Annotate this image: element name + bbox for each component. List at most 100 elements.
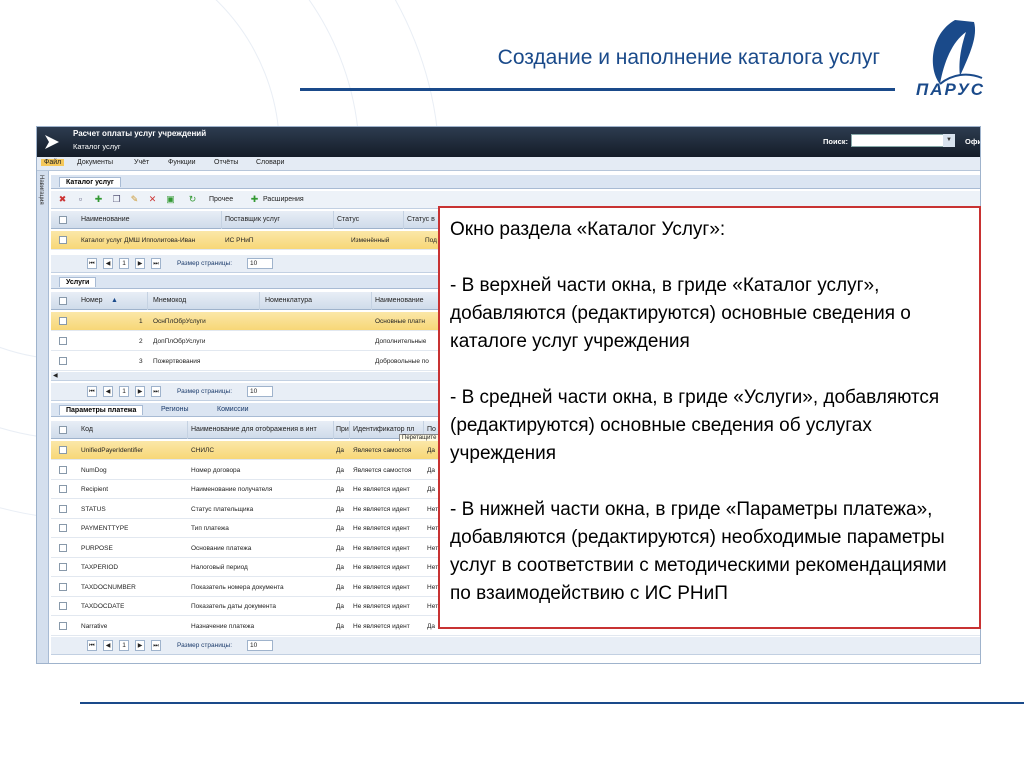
- page-number[interactable]: 1: [119, 258, 129, 269]
- next-page-icon[interactable]: ▶: [135, 640, 145, 651]
- param-display-name-cell: Наименование получателя: [191, 486, 273, 493]
- column-header-display-name[interactable]: Наименование для отображения в инт: [191, 426, 333, 433]
- tab-payment-params[interactable]: Параметры платежа: [59, 405, 144, 415]
- service-row[interactable]: 1 ОснПлОбрУслуги Основные платн: [51, 312, 451, 331]
- tab-service-catalog[interactable]: Каталог услуг: [59, 177, 121, 187]
- row-checkbox[interactable]: [59, 582, 67, 591]
- row-checkbox[interactable]: [59, 524, 67, 532]
- column-header[interactable]: При: [336, 426, 349, 433]
- last-page-icon[interactable]: ⏭: [151, 640, 161, 651]
- param-code-cell: PAYMENTTYPE: [81, 525, 129, 532]
- row-checkbox[interactable]: [59, 485, 67, 493]
- callout-item-bottom-grid: - В нижней части окна, в гриде «Параметр…: [450, 499, 947, 604]
- column-header[interactable]: Поставщик услуг: [225, 216, 280, 223]
- page-size-select[interactable]: 10: [247, 640, 273, 651]
- param-required-cell: Да: [336, 466, 345, 474]
- copy-icon[interactable]: ❐: [111, 194, 122, 205]
- page-size-select[interactable]: 10: [247, 258, 273, 269]
- menu-documents[interactable]: Документы: [77, 159, 113, 166]
- last-page-icon[interactable]: ⏭: [151, 258, 161, 269]
- next-page-icon[interactable]: ▶: [135, 258, 145, 269]
- new-document-icon[interactable]: ▫: [75, 194, 86, 205]
- other-menu-button[interactable]: Прочее: [209, 196, 233, 203]
- page-number[interactable]: 1: [119, 386, 129, 397]
- prev-page-icon[interactable]: ◀: [103, 258, 113, 269]
- row-checkbox[interactable]: [59, 465, 67, 474]
- row-checkbox[interactable]: [59, 504, 67, 513]
- select-all-checkbox[interactable]: [59, 297, 67, 305]
- last-page-icon[interactable]: ⏭: [151, 386, 161, 397]
- search-input[interactable]: [851, 134, 955, 147]
- row-checkbox[interactable]: [59, 236, 67, 244]
- first-page-icon[interactable]: ⏮: [87, 640, 97, 651]
- add-icon[interactable]: ✚: [93, 194, 104, 205]
- menu-functions[interactable]: Функции: [168, 159, 196, 166]
- menu-dictionaries[interactable]: Словари: [256, 159, 284, 166]
- logo-text: ПАРУС: [916, 80, 985, 99]
- refresh-icon[interactable]: ↻: [187, 194, 198, 205]
- column-header[interactable]: Статус в: [407, 216, 435, 223]
- menu-file[interactable]: Файл: [41, 159, 65, 166]
- service-mnemocode-cell: ДопПлОбрУслуги: [153, 338, 206, 345]
- row-checkbox[interactable]: [59, 563, 67, 571]
- param-required-cell: Да: [336, 603, 345, 610]
- next-page-icon[interactable]: ▶: [135, 386, 145, 397]
- page-number[interactable]: 1: [119, 640, 129, 651]
- row-checkbox[interactable]: [59, 357, 67, 365]
- catalog-row[interactable]: Каталог услуг ДМШ Ипполитова-Иван ИС РНи…: [51, 231, 451, 250]
- navigation-strip[interactable]: Навигация: [37, 171, 49, 663]
- extensions-icon: ✚: [250, 194, 259, 204]
- menu-accounting[interactable]: Учёт: [134, 159, 149, 166]
- param-identifier-cell: Не является идент: [353, 622, 410, 630]
- row-checkbox[interactable]: [59, 602, 67, 610]
- column-header[interactable]: Статус: [337, 216, 359, 223]
- param-required-cell: Да: [336, 564, 345, 571]
- param-display-name-cell: Номер договора: [191, 466, 241, 474]
- service-name-cell: Основные платн: [375, 318, 425, 325]
- service-row[interactable]: 2 ДопПлОбрУслуги Дополнительные: [51, 332, 451, 351]
- save-icon[interactable]: ▣: [165, 194, 176, 205]
- column-header[interactable]: Номенклатура: [265, 297, 312, 304]
- column-header[interactable]: По: [427, 426, 436, 433]
- menu-reports[interactable]: Отчёты: [214, 159, 238, 166]
- callout-box: Окно раздела «Каталог Услуг»: - В верхне…: [438, 206, 981, 629]
- row-checkbox[interactable]: [59, 621, 67, 630]
- column-divider: [333, 211, 334, 229]
- extensions-menu-button[interactable]: Расширения: [263, 196, 304, 203]
- column-header[interactable]: Мнемокод: [153, 297, 186, 304]
- first-page-icon[interactable]: ⏮: [87, 258, 97, 269]
- service-row[interactable]: 3 Пожертвования Добровольные по: [51, 352, 451, 371]
- callout-item-middle-grid: - В средней части окна, в гриде «Услуги»…: [450, 387, 940, 464]
- tab-commissions[interactable]: Комиссии: [211, 405, 255, 414]
- navigation-label: Навигация: [38, 175, 44, 205]
- param-code-cell: TAXDOCNUMBER: [81, 583, 136, 591]
- scroll-left-icon[interactable]: ◀: [53, 372, 58, 379]
- param-code-cell: NumDog: [81, 466, 107, 474]
- page-size-select[interactable]: 10: [247, 386, 273, 397]
- edit-icon[interactable]: ✎: [129, 194, 140, 205]
- select-all-checkbox[interactable]: [59, 426, 67, 434]
- column-header-code[interactable]: Код: [81, 426, 93, 433]
- column-header[interactable]: Наименование: [375, 297, 424, 304]
- select-all-checkbox[interactable]: [59, 216, 67, 224]
- params-pager: ⏮ ◀ 1 ▶ ⏭ Размер страницы: 10: [51, 637, 980, 655]
- prev-page-icon[interactable]: ◀: [103, 386, 113, 397]
- delete-catalog-icon[interactable]: ✖: [57, 194, 68, 205]
- prev-page-icon[interactable]: ◀: [103, 640, 113, 651]
- tab-regions[interactable]: Регионы: [155, 405, 195, 414]
- tab-services[interactable]: Услуги: [59, 277, 97, 287]
- row-checkbox[interactable]: [59, 317, 67, 325]
- column-header[interactable]: Идентификатор пл: [353, 426, 423, 433]
- remove-icon[interactable]: ✕: [147, 194, 158, 205]
- sort-ascending-icon: ▲: [111, 297, 118, 304]
- column-header[interactable]: Наименование: [81, 216, 130, 223]
- search-dropdown-icon[interactable]: ▼: [943, 134, 955, 147]
- row-checkbox[interactable]: [59, 337, 67, 345]
- row-checkbox[interactable]: [59, 446, 67, 454]
- horizontal-scrollbar[interactable]: ◀: [51, 372, 451, 381]
- column-header-number[interactable]: Номер: [81, 297, 103, 304]
- first-page-icon[interactable]: ⏮: [87, 386, 97, 397]
- callout-heading: Окно раздела «Каталог Услуг»:: [450, 219, 726, 240]
- row-checkbox[interactable]: [59, 543, 67, 552]
